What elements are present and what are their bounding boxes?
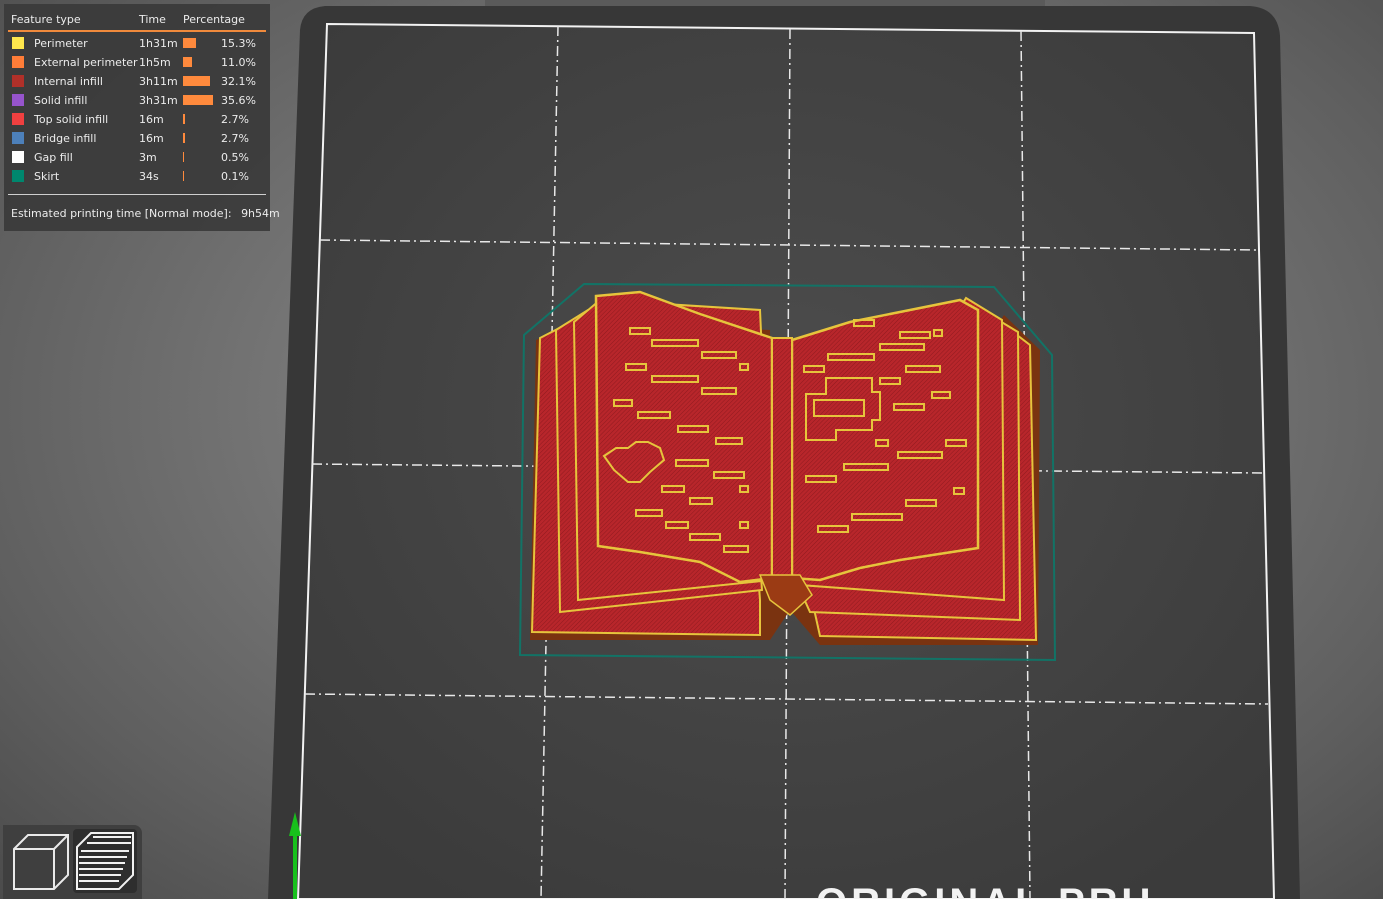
legend-label: External perimeter [34, 56, 138, 69]
legend-label: Internal infill [34, 75, 103, 88]
legend-row: Top solid infill 16m 2.7% [4, 112, 270, 131]
legend-label: Bridge infill [34, 132, 97, 145]
legend-time: 34s [139, 170, 159, 183]
legend-label: Solid infill [34, 94, 88, 107]
legend-percent: 15.3% [221, 37, 256, 50]
legend-row: Skirt 34s 0.1% [4, 169, 270, 188]
legend-time: 3m [139, 151, 157, 164]
legend-row: Bridge infill 16m 2.7% [4, 131, 270, 150]
legend-header-divider [8, 30, 266, 32]
legend-row: External perimeter 1h5m 11.0% [4, 55, 270, 74]
legend-time: 3h11m [139, 75, 178, 88]
legend-header-percentage: Percentage [183, 13, 245, 26]
legend-bar [183, 152, 184, 162]
legend-bar [183, 114, 185, 124]
legend-row: Perimeter 1h31m 15.3% [4, 36, 270, 55]
estimated-time: Estimated printing time [Normal mode]: 9… [11, 207, 280, 220]
legend-swatch [12, 37, 24, 49]
legend-divider [8, 194, 266, 195]
estimated-time-label: Estimated printing time [Normal mode]: [11, 207, 232, 220]
legend-swatch [12, 94, 24, 106]
preview-button[interactable] [73, 829, 137, 893]
legend-swatch [12, 113, 24, 125]
legend-row: Solid infill 3h31m 35.6% [4, 93, 270, 112]
legend-swatch [12, 75, 24, 87]
legend-swatch [12, 56, 24, 68]
legend-bar [183, 76, 210, 86]
legend-swatch [12, 151, 24, 163]
legend-header-feature: Feature type [11, 13, 81, 26]
legend-percent: 0.5% [221, 151, 249, 164]
legend-label: Perimeter [34, 37, 88, 50]
estimated-time-value: 9h54m [241, 207, 280, 220]
legend-time: 1h5m [139, 56, 171, 69]
legend-time: 16m [139, 132, 164, 145]
legend-swatch [12, 132, 24, 144]
legend-percent: 11.0% [221, 56, 256, 69]
legend-label: Gap fill [34, 151, 73, 164]
legend-swatch [12, 170, 24, 182]
legend-time: 16m [139, 113, 164, 126]
view-toggle [3, 825, 142, 899]
legend-label: Skirt [34, 170, 60, 183]
legend-percent: 35.6% [221, 94, 256, 107]
layers-icon [76, 832, 134, 890]
3d-view-button[interactable] [8, 829, 72, 893]
legend-bar [183, 38, 196, 48]
legend-bar [183, 133, 185, 143]
cube-icon [13, 834, 69, 890]
legend-row: Internal infill 3h11m 32.1% [4, 74, 270, 93]
legend-percent: 0.1% [221, 170, 249, 183]
legend-row: Gap fill 3m 0.5% [4, 150, 270, 169]
legend-header-time: Time [139, 13, 166, 26]
legend-label: Top solid infill [34, 113, 109, 126]
legend-percent: 32.1% [221, 75, 256, 88]
legend-bar [183, 57, 192, 67]
bed-logo-text: ORIGINAL PRU [816, 881, 1154, 899]
legend-bar [183, 171, 184, 181]
legend-percent: 2.7% [221, 113, 249, 126]
legend-bar [183, 95, 213, 105]
legend-time: 3h31m [139, 94, 178, 107]
legend-panel: Feature type Time Percentage Perimeter 1h… [4, 4, 280, 231]
printed-model [530, 290, 1040, 645]
legend-percent: 2.7% [221, 132, 249, 145]
legend-time: 1h31m [139, 37, 178, 50]
